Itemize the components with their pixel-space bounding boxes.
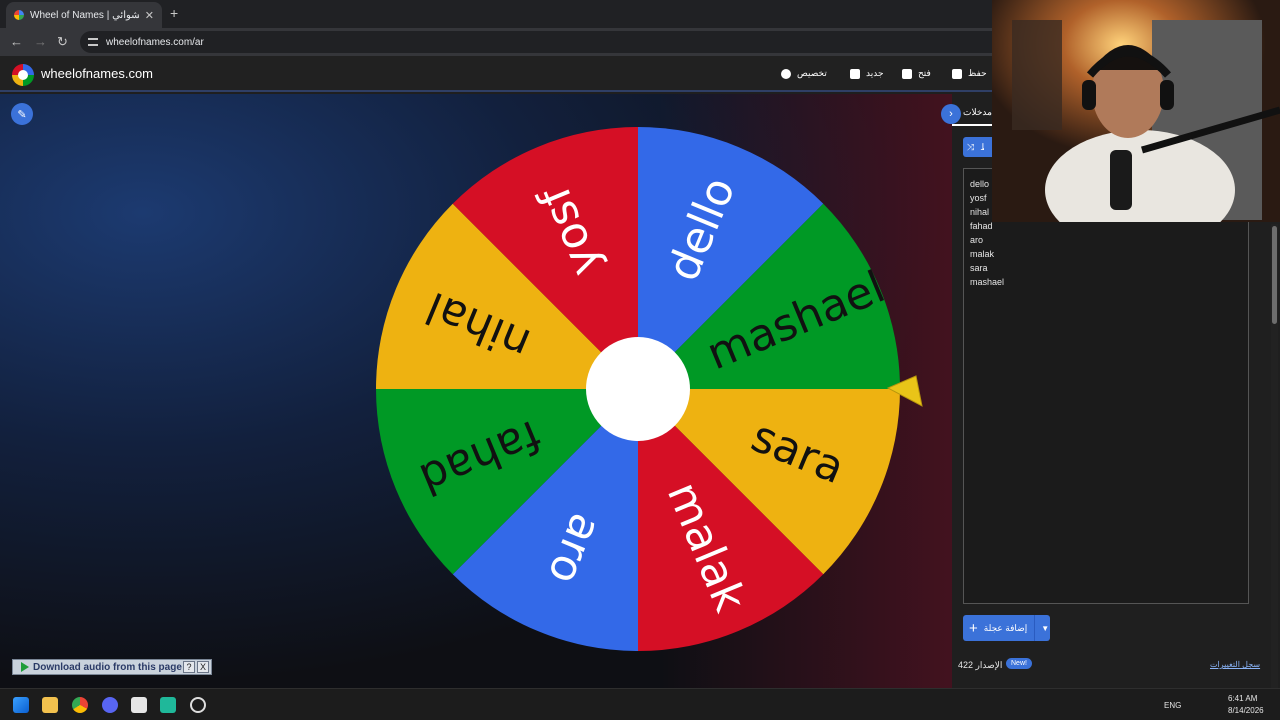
play-icon (21, 662, 29, 672)
name-wheel[interactable]: dellomashaelsaramalakarofahadnihalyosf (376, 127, 900, 651)
entry-line[interactable]: mashael (970, 275, 1242, 289)
customize-label: تخصيص (797, 68, 827, 78)
app-icon[interactable] (160, 697, 176, 713)
folder-icon (902, 68, 912, 79)
brand-name[interactable]: wheelofnames.com (41, 66, 153, 81)
tab-entries[interactable]: مدخلات (963, 107, 992, 118)
favicon-icon (14, 10, 24, 20)
new-button[interactable]: جديد (850, 68, 884, 79)
version-label: الإصدار 422 (958, 660, 1003, 670)
open-label: فتح (918, 68, 931, 78)
edit-pencil-icon[interactable]: ✎ (11, 103, 33, 125)
site-settings-icon[interactable] (88, 38, 98, 46)
save-label: حفظ (968, 68, 987, 78)
clock-date[interactable]: 8/14/2026 (1228, 706, 1264, 715)
tab-close-icon[interactable]: ✕ (145, 9, 154, 22)
forward-arrow-icon[interactable]: → (34, 34, 47, 49)
discord-icon[interactable] (102, 697, 118, 713)
url-text: wheelofnames.com/ar (106, 36, 204, 48)
palette-icon (781, 68, 791, 79)
customize-button[interactable]: تخصيص (781, 68, 827, 79)
wheel-center[interactable] (586, 337, 690, 441)
file-explorer-icon[interactable] (42, 697, 58, 713)
clock-time[interactable]: 6:41 AM (1228, 694, 1257, 703)
add-wheel-button[interactable]: + إضافة عجلة ▼ (963, 615, 1050, 641)
shuffle-button[interactable]: ⤨ خلط (963, 137, 995, 157)
chrome-icon[interactable] (72, 697, 88, 713)
help-button[interactable]: ? (183, 661, 195, 673)
changelog-link[interactable]: سجل التغييرات (1210, 660, 1260, 669)
logo-icon[interactable] (12, 64, 34, 86)
entries-textarea[interactable]: dello yosf nihal fahad aro malak sara mashael (963, 168, 1249, 604)
tab-title: Wheel of Names | سم العشوائي (30, 9, 139, 21)
scrollbar-thumb[interactable] (1272, 226, 1277, 324)
button-divider (1034, 615, 1036, 641)
windows-taskbar: ENG 6:41 AM 8/14/2026 (0, 688, 1280, 720)
shuffle-label: خلط (980, 142, 984, 153)
chevron-down-icon[interactable]: ▼ (1041, 624, 1049, 633)
language-indicator[interactable]: ENG (1164, 701, 1181, 710)
new-badge: New! (1006, 658, 1032, 669)
reload-icon[interactable]: ↻ (57, 34, 68, 50)
save-icon (952, 68, 962, 79)
add-wheel-label: إضافة عجلة (983, 622, 1028, 633)
browser-tab[interactable]: Wheel of Names | سم العشوائي ✕ (6, 2, 162, 28)
new-label: جديد (866, 68, 884, 78)
download-audio-label[interactable]: Download audio from this page (33, 662, 183, 673)
document-icon (850, 68, 860, 79)
chevron-right-icon[interactable]: › (941, 104, 961, 124)
start-menu-icon[interactable] (13, 697, 29, 713)
entry-line[interactable]: aro (970, 233, 1242, 247)
capcut-icon[interactable] (131, 697, 147, 713)
webcam-overlay (992, 0, 1280, 222)
entry-line[interactable]: sara (970, 261, 1242, 275)
new-tab-button[interactable]: + (170, 5, 178, 21)
close-button[interactable]: X (197, 661, 209, 673)
obs-icon[interactable] (190, 697, 206, 713)
download-audio-bar[interactable]: Download audio from this page ? X (12, 659, 212, 675)
shuffle-icon: ⤨ (967, 141, 975, 152)
back-arrow-icon[interactable]: ← (10, 34, 23, 49)
open-button[interactable]: فتح (902, 68, 931, 79)
save-button[interactable]: حفظ (952, 68, 987, 79)
pointer-arrow-icon (886, 375, 923, 407)
entry-line[interactable]: malak (970, 247, 1242, 261)
plus-icon: + (969, 619, 978, 637)
tab-underline (952, 124, 992, 126)
